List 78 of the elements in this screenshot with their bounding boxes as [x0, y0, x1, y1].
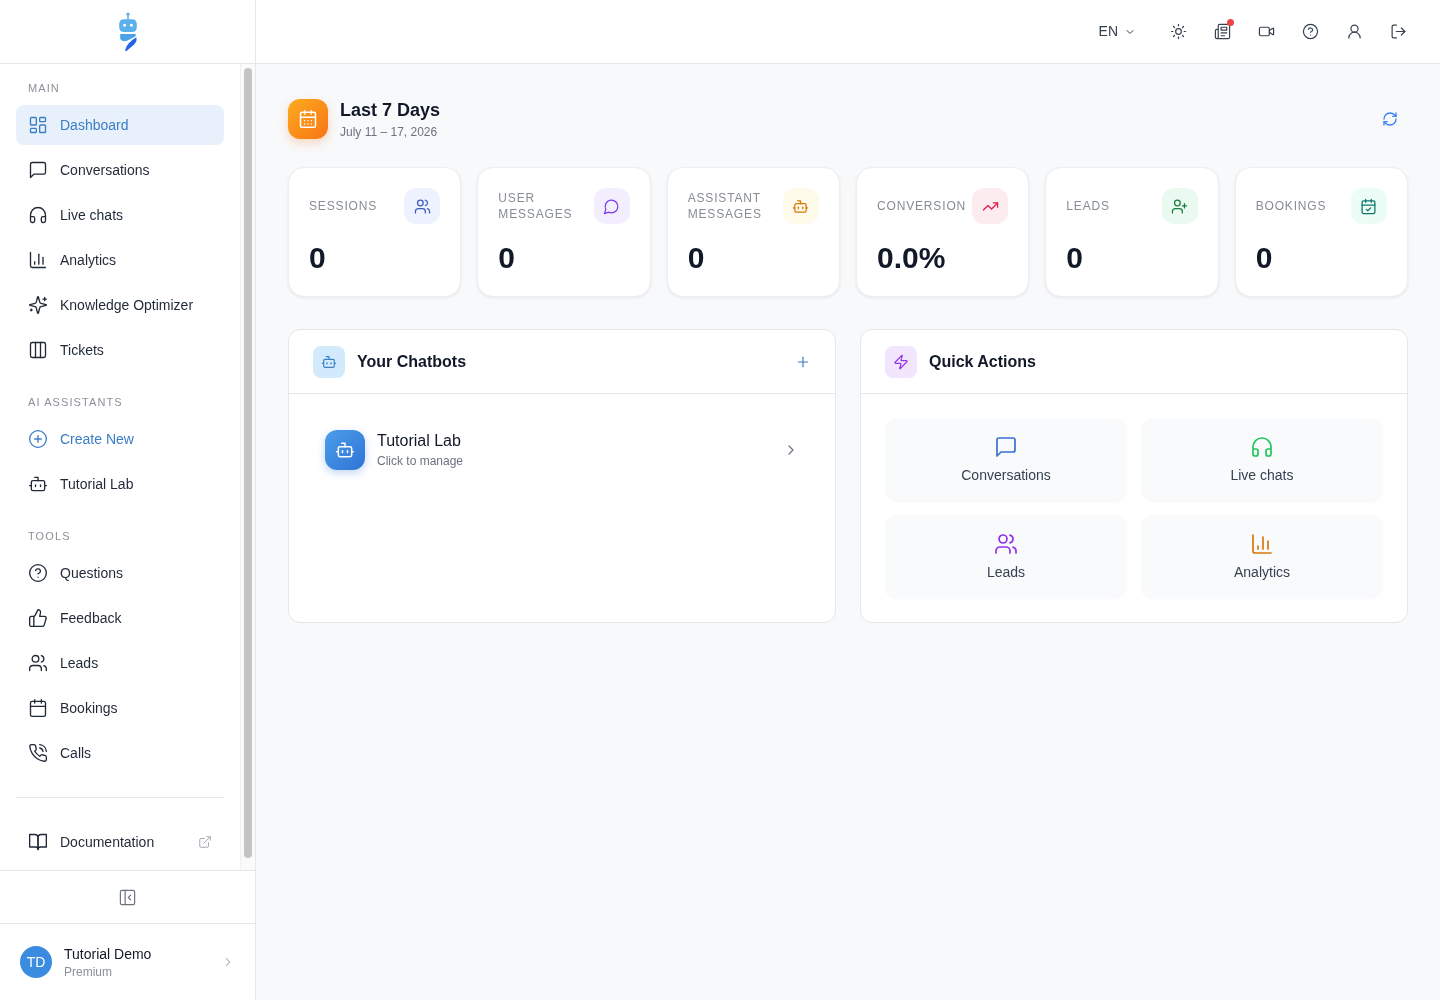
language-selector[interactable]: EN	[1090, 13, 1144, 50]
sidebar-panel-icon[interactable]	[118, 887, 137, 907]
user-plus-icon	[1161, 188, 1198, 224]
nav-item[interactable]: Questions	[16, 553, 224, 593]
avatar: TD	[20, 946, 52, 978]
chat-bubble-icon	[994, 434, 1018, 459]
nav-item[interactable]: Conversations	[16, 150, 224, 190]
nav-item[interactable]: Tutorial Lab	[16, 464, 224, 504]
grid-icon	[28, 115, 48, 135]
chatbot-list-item[interactable]: Tutorial Lab Click to manage	[309, 414, 815, 486]
bar-chart-icon	[1250, 531, 1274, 556]
nav-item[interactable]: Tickets	[16, 330, 224, 370]
quick-action-button[interactable]: Analytics	[1141, 515, 1383, 598]
calendar-check-icon	[1351, 188, 1387, 224]
users-icon	[28, 653, 48, 673]
plus-circle-icon	[28, 429, 48, 449]
stat-value: 0	[1066, 240, 1083, 276]
nav-item[interactable]: Feedback	[16, 598, 224, 638]
scrollbar-thumb[interactable]	[244, 68, 252, 858]
columns-icon	[28, 340, 48, 360]
bar-chart-icon	[28, 250, 48, 270]
stat-label: CONVERSION	[877, 198, 967, 214]
section-heading: TOOLS	[27, 529, 71, 544]
question-circle-icon	[28, 563, 48, 583]
calendar-icon	[28, 698, 48, 718]
panel-title: Quick Actions	[929, 351, 1036, 372]
date-range: July 11 – 17, 2026	[340, 124, 438, 140]
nav-item[interactable]: Dashboard	[16, 105, 224, 145]
quick-action-button[interactable]: Conversations	[885, 418, 1127, 501]
stat-label: USER MESSAGES	[498, 190, 574, 222]
users-icon	[404, 188, 441, 224]
nav-item[interactable]: Bookings	[16, 688, 224, 728]
stat-value: 0	[498, 240, 515, 276]
nav-item[interactable]: Calls	[16, 733, 224, 773]
stat-label: SESSIONS	[309, 198, 378, 214]
stat-value: 0	[687, 240, 705, 276]
user-plan: Premium	[64, 964, 112, 980]
chat-bubble-icon	[593, 188, 630, 224]
phone-icon	[28, 743, 48, 763]
trend-up-icon	[972, 188, 1009, 224]
calendar-icon	[288, 99, 328, 139]
sun-icon[interactable]	[1169, 23, 1187, 40]
robot-icon	[783, 188, 819, 224]
quick-action-button[interactable]: Leads	[885, 515, 1127, 598]
thumbs-up-icon	[28, 608, 48, 628]
period-title: Last 7 Days	[340, 99, 441, 122]
chat-bubble-icon	[28, 160, 48, 180]
nav-item[interactable]: Knowledge Optimizer	[16, 285, 224, 325]
user-icon[interactable]	[1345, 23, 1363, 40]
lightning-icon	[885, 345, 917, 378]
section-heading: AI ASSISTANTS	[27, 395, 123, 410]
log-out-icon[interactable]	[1389, 23, 1407, 40]
nav-item[interactable]: Create New	[16, 419, 224, 459]
nav-item[interactable]: Documentation	[16, 822, 224, 862]
sparkles-icon	[28, 295, 48, 315]
stat-value: 0.0%	[877, 240, 946, 276]
newspaper-icon[interactable]	[1213, 23, 1231, 40]
stat-label: ASSISTANT MESSAGES	[687, 190, 763, 222]
help-icon[interactable]	[1301, 23, 1319, 40]
panel-title: Your Chatbots	[357, 351, 467, 372]
quick-action-button[interactable]: Live chats	[1141, 418, 1383, 501]
user-name: Tutorial Demo	[64, 945, 152, 964]
refresh-icon[interactable]	[1382, 111, 1398, 127]
users-icon	[994, 531, 1018, 556]
nav-item[interactable]: Live chats	[16, 195, 224, 235]
headphones-icon	[28, 205, 48, 225]
book-icon	[28, 832, 48, 852]
robot-icon	[325, 430, 365, 470]
section-heading: MAIN	[27, 81, 60, 96]
nav-item[interactable]: Leads	[16, 643, 224, 683]
robot-icon	[28, 474, 48, 494]
nav-item[interactable]: Analytics	[16, 240, 224, 280]
stat-label: BOOKINGS	[1255, 198, 1327, 214]
stat-value: 0	[1255, 240, 1273, 276]
headphones-icon	[1250, 434, 1274, 459]
robot-icon	[313, 345, 345, 378]
stat-value: 0	[309, 240, 326, 276]
stat-label: LEADS	[1066, 198, 1110, 214]
